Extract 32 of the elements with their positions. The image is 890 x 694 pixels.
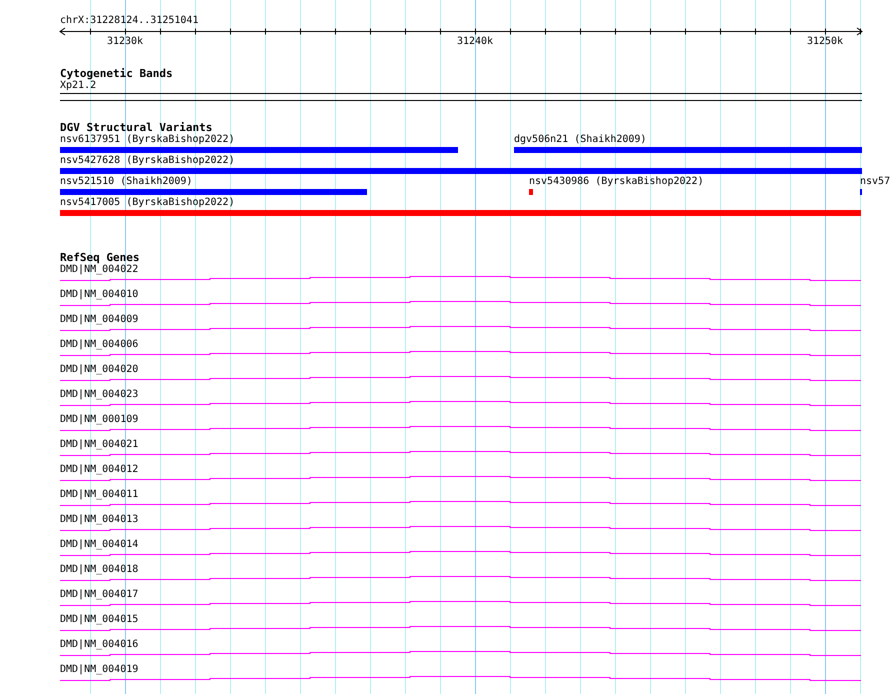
track-title: DGV Structural Variants xyxy=(60,122,212,134)
variant-label: nsv5417005 (ByrskaBishop2022) xyxy=(60,197,235,209)
variant-label: nsv6137951 (ByrskaBishop2022) xyxy=(60,134,235,146)
variant-label: nsv5427628 (ByrskaBishop2022) xyxy=(60,155,235,167)
variant-label: nsv5430986 (ByrskaBishop2022) xyxy=(529,176,704,188)
band-label: Xp21.2 xyxy=(60,80,96,92)
gene-label: DMD|NM_004023 xyxy=(60,389,138,401)
gene-label: DMD|NM_004020 xyxy=(60,364,138,376)
gene-label: DMD|NM_004019 xyxy=(60,664,138,676)
tick-label: 31240k xyxy=(456,36,494,48)
track-title: Cytogenetic Bands xyxy=(60,68,173,80)
gene-label: DMD|NM_004017 xyxy=(60,589,138,601)
gene-label: DMD|NM_004021 xyxy=(60,439,138,451)
location-label: chrX:31228124..31251041 xyxy=(60,15,198,27)
gene-label: DMD|NM_004014 xyxy=(60,539,138,551)
tick-label: 31250k xyxy=(806,36,844,48)
variant-label: dgv506n21 (Shaikh2009) xyxy=(514,134,646,146)
gene-label: DMD|NM_004012 xyxy=(60,464,138,476)
gene-label: DMD|NM_004006 xyxy=(60,339,138,351)
gene-label: DMD|NM_004013 xyxy=(60,514,138,526)
track-title: RefSeq Genes xyxy=(60,252,140,264)
gene-label: DMD|NM_000109 xyxy=(60,414,138,426)
gene-label: DMD|NM_004015 xyxy=(60,614,138,626)
gene-label: DMD|NM_004016 xyxy=(60,639,138,651)
gene-label: DMD|NM_004011 xyxy=(60,489,138,501)
gene-label: DMD|NM_004010 xyxy=(60,289,138,301)
tick-label: 31230k xyxy=(106,36,144,48)
variant-label: nsv521510 (Shaikh2009) xyxy=(60,176,192,188)
gene-label: DMD|NM_004022 xyxy=(60,264,138,276)
gene-label: DMD|NM_004018 xyxy=(60,564,138,576)
variant-label: nsv57 xyxy=(860,176,890,188)
gene-label: DMD|NM_004009 xyxy=(60,314,138,326)
